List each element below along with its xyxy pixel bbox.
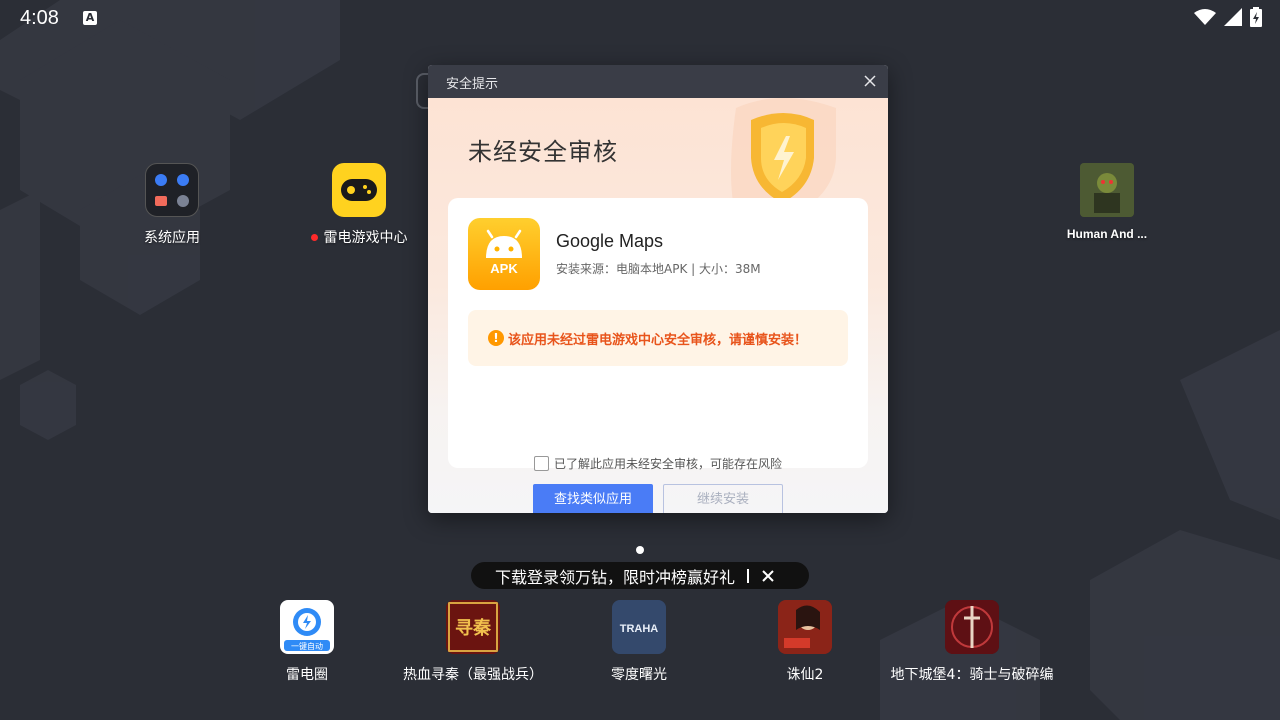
battery-charging-icon — [1250, 7, 1262, 27]
status-bar: 4:08 A — [0, 0, 1280, 36]
warning-banner: ! 该应用未经过雷电游戏中心安全审核，请谨慎安装！ — [468, 310, 848, 366]
acknowledge-checkbox[interactable] — [534, 456, 549, 471]
app-info-card: APK Google Maps 安装来源：电脑本地APK | 大小：38M ! … — [448, 198, 868, 468]
wifi-icon — [1194, 9, 1216, 25]
cell-signal-icon — [1224, 8, 1242, 26]
new-badge-dot — [310, 234, 318, 241]
app-source-size: 安装来源：电脑本地APK | 大小：38M — [556, 262, 761, 276]
apk-label: APK — [490, 261, 518, 276]
warning-icon: ! — [488, 330, 504, 346]
promo-banner[interactable]: 下载登录领万钻，限时冲榜赢好礼 — [471, 562, 809, 589]
dock-app-xunqin[interactable]: 寻秦 热血寻秦（最强战兵） — [383, 600, 563, 684]
app-label: 地下城堡4：骑士与破碎编 — [890, 667, 1054, 683]
notification-a-icon: A — [83, 11, 97, 25]
dialog-title: 安全提示 — [446, 77, 499, 92]
dock-app-underground-castle[interactable]: 地下城堡4：骑士与破碎编 — [882, 600, 1062, 684]
app-label: 雷电游戏中心 — [323, 230, 408, 246]
risk-acknowledge[interactable]: 已了解此应用未经安全审核，可能存在风险 — [534, 455, 782, 472]
acknowledge-label: 已了解此应用未经安全审核，可能存在风险 — [554, 457, 783, 471]
app-label: 诛仙2 — [786, 667, 824, 683]
svg-text:寻秦: 寻秦 — [455, 617, 492, 639]
dock-app-traha[interactable]: TRAHA 零度曙光 — [549, 600, 729, 684]
close-icon[interactable] — [761, 569, 775, 583]
continue-install-button[interactable]: 继续安装 — [663, 484, 783, 513]
page-indicator-dot[interactable] — [636, 546, 644, 554]
warning-text: 该应用未经过雷电游戏中心安全审核，请谨慎安装！ — [508, 333, 808, 348]
close-icon[interactable] — [862, 73, 878, 89]
app-label: 雷电圈 — [286, 667, 328, 683]
promo-text: 下载登录领万钻，限时冲榜赢好礼 — [495, 567, 736, 587]
game-thumbnail-icon — [1080, 163, 1134, 217]
apk-android-icon: APK — [468, 218, 540, 290]
leidian-circle-icon: 一键自动 — [280, 600, 334, 654]
app-game-center[interactable]: 雷电游戏中心 — [284, 163, 434, 247]
system-apps-folder-icon — [145, 163, 199, 217]
app-label: 系统应用 — [144, 230, 200, 246]
dock-app-leidian-circle[interactable]: 一键自动 雷电圈 — [217, 600, 397, 684]
gamepad-icon — [332, 163, 386, 217]
app-human-and[interactable]: Human And ... — [1032, 163, 1182, 241]
app-label: 零度曙光 — [611, 667, 667, 683]
dialog-body: 未经安全审核 APK Google Maps 安装来源：电脑本地APK | 大小… — [428, 98, 888, 513]
dialog-heading: 未经安全审核 — [468, 138, 618, 166]
promo-divider — [747, 568, 750, 583]
svg-text:一键自动: 一键自动 — [291, 641, 323, 651]
find-similar-apps-button[interactable]: 查找类似应用 — [533, 484, 653, 513]
app-label: Human And ... — [1066, 227, 1148, 241]
dialog-titlebar: 安全提示 — [428, 65, 888, 98]
app-label: 热血寻秦（最强战兵） — [403, 667, 543, 683]
app-system-apps[interactable]: 系统应用 — [97, 163, 247, 247]
app-name: Google Maps — [556, 231, 664, 251]
castle-game-icon — [945, 600, 999, 654]
xunqin-game-icon: 寻秦 — [446, 600, 500, 654]
status-clock: 4:08 — [20, 7, 59, 29]
traha-game-icon: TRAHA — [612, 600, 666, 654]
svg-text:TRAHA: TRAHA — [620, 623, 659, 635]
dock-app-zhuxian2[interactable]: 诛仙2 — [715, 600, 895, 684]
zhuxian-game-icon — [778, 600, 832, 654]
security-warning-dialog: 安全提示 未经安全审核 APK Google Maps 安装来源：电脑本地APK… — [428, 65, 888, 513]
